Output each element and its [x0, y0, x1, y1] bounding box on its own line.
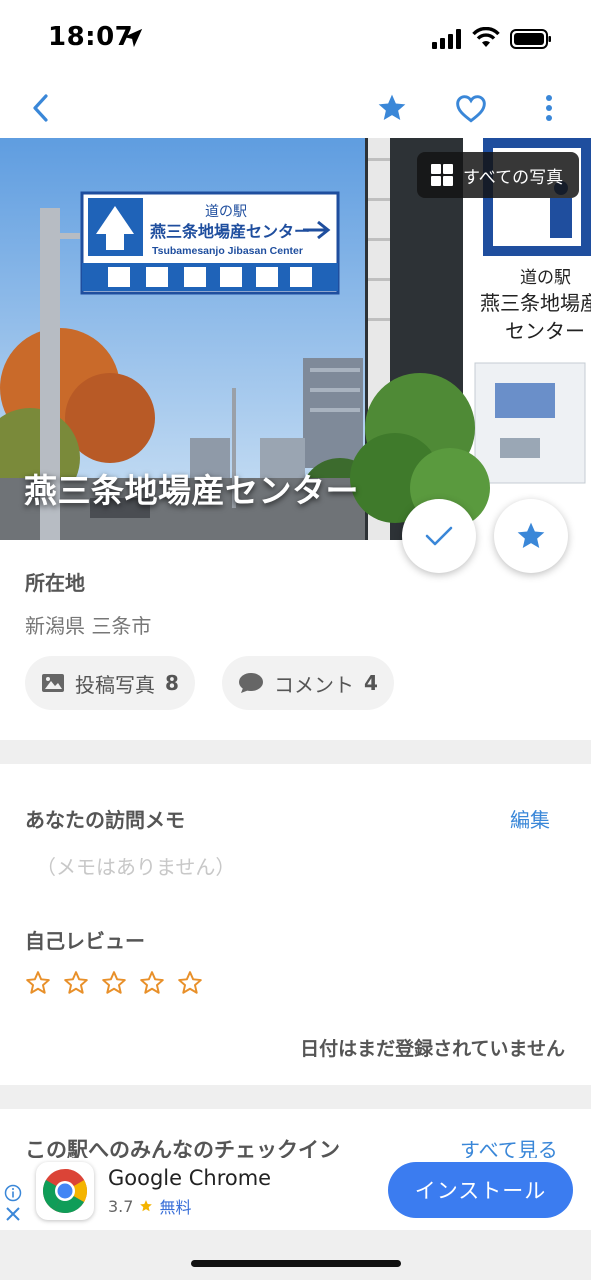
- poster-line2: 燕三条地場産: [480, 292, 591, 315]
- star-outline-icon: [64, 971, 88, 994]
- memo-empty-text: （メモはありません）: [36, 855, 236, 879]
- sign-line3: Tsubamesanjo Jibasan Center: [152, 245, 303, 257]
- ad-install-button[interactable]: インストール: [388, 1162, 573, 1218]
- location-label: 所在地: [25, 571, 85, 595]
- star-icon: [140, 1200, 153, 1212]
- location-arrow-icon: [123, 28, 143, 48]
- memo-edit-button[interactable]: 編集: [510, 804, 550, 833]
- bottom-safe-area: [0, 1230, 591, 1280]
- star-outline-icon: [178, 971, 202, 994]
- status-time: 18:07: [48, 22, 134, 52]
- self-review-title: 自己レビュー: [25, 929, 145, 953]
- ad-close-icon[interactable]: [3, 1204, 23, 1224]
- posted-photos-chip[interactable]: 投稿写真 8: [25, 656, 195, 710]
- chrome-logo: [36, 1162, 94, 1220]
- star-icon: [517, 522, 545, 548]
- more-options-button[interactable]: [527, 86, 571, 130]
- comment-bubble-icon: [239, 673, 263, 693]
- poster-line3: センター: [505, 320, 585, 343]
- checkmark-icon: [425, 526, 453, 546]
- all-photos-button[interactable]: すべての写真: [417, 152, 579, 198]
- hero-photo[interactable]: 道の駅 燕三条地場産センター Tsubamesanjo Jibasan Cent…: [0, 138, 591, 540]
- all-photos-label: すべての写真: [463, 167, 564, 188]
- like-button[interactable]: [449, 86, 493, 130]
- rating-star-3[interactable]: [101, 970, 127, 996]
- back-button[interactable]: [18, 86, 62, 130]
- chrome-icon: [43, 1169, 87, 1213]
- star-icon: [378, 94, 406, 120]
- section-divider: [0, 1085, 591, 1109]
- status-bar: 18:07: [0, 0, 591, 80]
- comments-label: コメント: [274, 672, 354, 697]
- chevron-left-icon: [33, 94, 48, 122]
- section-divider: [0, 740, 591, 764]
- heart-icon: [456, 95, 486, 123]
- star-outline-icon: [140, 971, 164, 994]
- visited-check-button[interactable]: [402, 499, 476, 573]
- ad-rating: 3.7 無料: [108, 1194, 191, 1218]
- star-outline-icon: [102, 971, 126, 994]
- home-indicator[interactable]: [191, 1260, 401, 1267]
- visit-memo-title: あなたの訪問メモ: [25, 808, 185, 832]
- sign-line1: 道の駅: [205, 203, 247, 219]
- rating-star-5[interactable]: [177, 970, 203, 996]
- comments-chip[interactable]: コメント 4: [222, 656, 394, 710]
- battery-icon: [510, 29, 551, 49]
- favorite-star-button[interactable]: [370, 86, 414, 130]
- ad-app-name: Google Chrome: [108, 1166, 272, 1190]
- sign-line2: 燕三条地場産センター: [150, 222, 310, 241]
- posted-photos-count: 8: [165, 671, 179, 695]
- posted-photos-label: 投稿写真: [75, 672, 155, 697]
- review-stars: [25, 970, 203, 996]
- more-vertical-icon: [546, 95, 552, 121]
- wifi-icon: [472, 27, 500, 47]
- ad-rating-value: 3.7: [108, 1196, 134, 1216]
- rating-star-4[interactable]: [139, 970, 165, 996]
- star-outline-icon: [26, 971, 50, 994]
- ad-info-icon[interactable]: [4, 1184, 22, 1202]
- grid-icon: [431, 164, 453, 186]
- poster-line1: 道の駅: [520, 268, 571, 287]
- ad-banner[interactable]: Google Chrome 3.7 無料 インストール: [0, 1158, 591, 1230]
- bookmark-star-button[interactable]: [494, 499, 568, 573]
- rating-star-1[interactable]: [25, 970, 51, 996]
- date-not-registered-note: 日付はまだ登録されていません: [300, 1038, 565, 1060]
- station-title: 燕三条地場産センター: [24, 471, 359, 510]
- rating-star-2[interactable]: [63, 970, 89, 996]
- image-icon: [42, 674, 64, 692]
- cellular-signal-icon: [432, 29, 461, 49]
- location-value: 新潟県 三条市: [25, 614, 152, 638]
- nav-bar: [0, 80, 591, 138]
- comments-count: 4: [364, 671, 378, 695]
- ad-price: 無料: [159, 1198, 192, 1217]
